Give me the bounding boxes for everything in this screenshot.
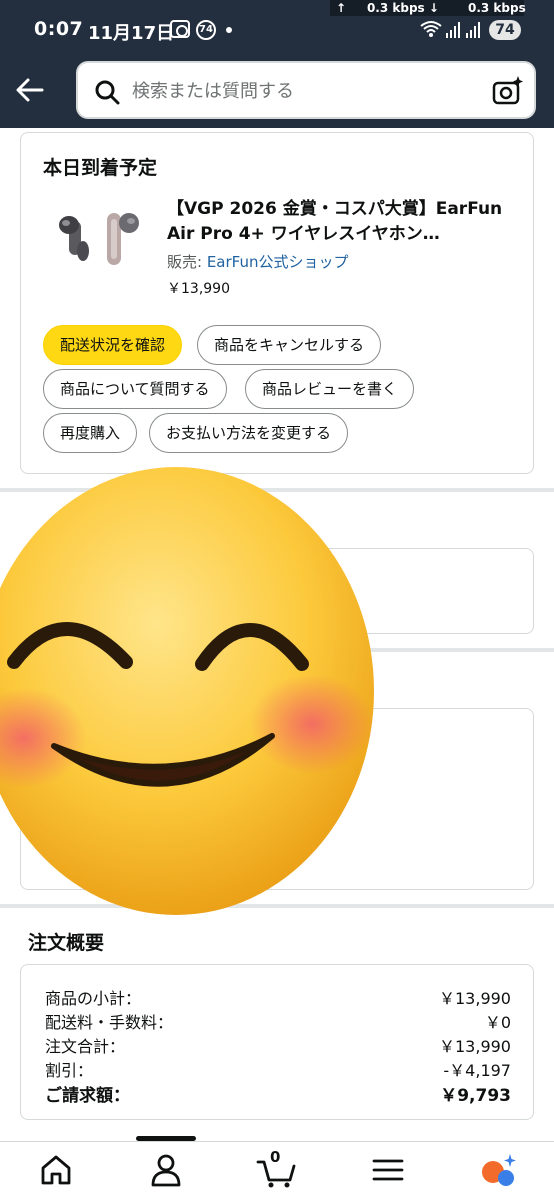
change-payment-button[interactable]: お支払い方法を変更する (149, 413, 349, 453)
summary-value: ￥0 (484, 1013, 511, 1032)
search-bar[interactable] (76, 61, 536, 119)
summary-value: ￥9,793 (440, 1086, 511, 1106)
summary-label: ご請求額： (45, 1086, 130, 1106)
seller-prefix: 販売: (167, 253, 207, 271)
buy-again-button[interactable]: 再度購入 (43, 413, 138, 453)
upload-speed: ↑ 0.3 kbps ↓ (336, 1, 439, 15)
home-icon[interactable] (34, 1150, 78, 1190)
wifi-icon (420, 21, 442, 37)
menu-icon[interactable] (366, 1150, 410, 1190)
status-bar: 0:07 11月17日 74 ↑ 0.3 kbps ↓ 0.3 kbps 74 (0, 0, 554, 58)
search-header (0, 58, 554, 128)
product-price: ￥13,990 (167, 281, 230, 297)
summary-value: ￥13,990 (439, 989, 511, 1008)
notification-dot-icon (226, 27, 232, 33)
seller-link[interactable]: EarFun公式ショップ (207, 253, 349, 271)
cancel-item-button[interactable]: 商品をキャンセルする (197, 325, 382, 365)
track-package-button[interactable]: 配送状況を確認 (43, 325, 183, 365)
upload-speed-value: 0.3 kbps (366, 1, 425, 15)
screen-record-icon (170, 20, 190, 38)
summary-value: ￥13,990 (439, 1037, 511, 1056)
smiling-emoji (0, 467, 374, 915)
delivery-card: 本日到着予定 【VGP 2026 金賞・コスパ大賞】EarFun Air Pro… (20, 132, 534, 474)
cart-count: 0 (270, 1148, 281, 1166)
write-review-button[interactable]: 商品レビューを書く (245, 369, 415, 409)
summary-label: 商品の小計： (45, 989, 142, 1008)
order-summary-card: 商品の小計： ￥13,990 配送料・手数料： ￥0 注文合計： ￥13,990… (20, 964, 534, 1120)
back-arrow-icon[interactable] (14, 76, 46, 104)
product-image[interactable] (51, 207, 151, 283)
summary-label: 割引： (45, 1061, 94, 1080)
seller-line: 販売: EarFun公式ショップ (167, 251, 349, 272)
summary-label: 注文合計： (45, 1037, 126, 1056)
battery-indicator: 74 (489, 20, 521, 40)
search-icon (95, 80, 120, 105)
search-input[interactable] (132, 73, 462, 109)
delivery-status-title: 本日到着予定 (43, 157, 158, 179)
summary-row-discount: 割引： -￥4,197 (45, 1057, 511, 1081)
ask-product-question-button[interactable]: 商品について質問する (43, 369, 227, 409)
summary-row-amount-due: ご請求額： ￥9,793 (45, 1081, 511, 1106)
summary-label: 配送料・手数料： (45, 1013, 174, 1032)
signal-icon (446, 22, 460, 38)
bottom-navigation: 0 (0, 1141, 554, 1200)
signal-icon-2 (466, 22, 480, 38)
cart-button[interactable]: 0 (254, 1148, 298, 1190)
status-date: 11月17日 (88, 23, 175, 44)
rufus-assistant-icon[interactable] (476, 1150, 520, 1190)
notification-badge: 74 (196, 20, 216, 40)
summary-row-subtotal: 商品の小計： ￥13,990 (45, 985, 511, 1009)
account-icon[interactable] (144, 1150, 188, 1190)
summary-row-order-total: 注文合計： ￥13,990 (45, 1033, 511, 1057)
product-title-link[interactable]: 【VGP 2026 金賞・コスパ大賞】EarFun Air Pro 4+ ワイヤ… (167, 197, 515, 247)
order-summary-title: 注文概要 (28, 932, 105, 954)
summary-row-shipping: 配送料・手数料： ￥0 (45, 1009, 511, 1033)
status-time: 0:07 (34, 18, 84, 40)
download-speed: 0.3 kbps (468, 1, 526, 15)
camera-sparkle-icon[interactable] (492, 75, 524, 107)
summary-value: -￥4,197 (443, 1061, 511, 1080)
